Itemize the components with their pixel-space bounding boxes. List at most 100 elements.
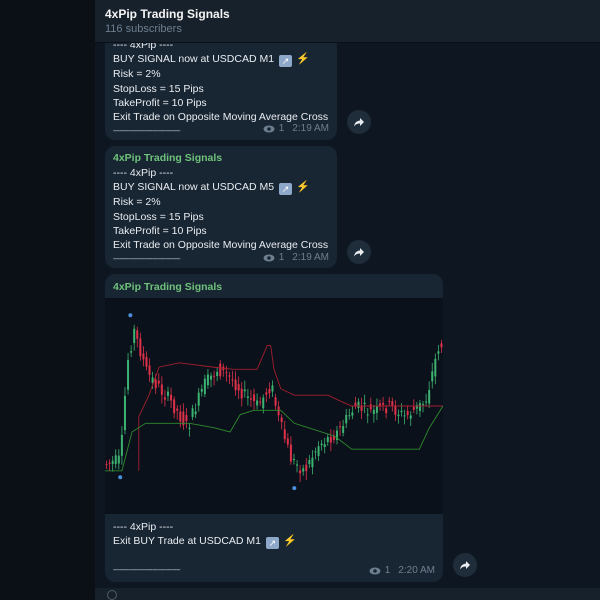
candle-body <box>326 437 329 442</box>
message-line-text: BUY SIGNAL now at USDCAD M5 <box>113 181 275 194</box>
candle-body <box>253 394 256 402</box>
candle-body <box>437 351 440 354</box>
candle-body <box>280 417 283 422</box>
candle-body <box>210 375 213 380</box>
arrow-up-right-icon: ↗ <box>278 55 292 68</box>
message-line: TakeProfit = 10 Pips <box>113 96 207 109</box>
candle-body <box>157 380 160 384</box>
candle-body <box>305 464 308 472</box>
message-time: 2:19 AM <box>292 252 329 263</box>
message-line: Risk = 2% <box>113 196 161 209</box>
arrow-up-right-icon: ↗ <box>278 183 292 196</box>
candle-body <box>289 444 292 462</box>
signal-marker <box>292 486 297 491</box>
message-line: ---- 4xPip ---- <box>113 521 174 533</box>
candle-body <box>323 444 326 447</box>
message-bubble[interactable]: 4xPip Trading Signals ---- 4xPip ---- Exi… <box>105 274 443 582</box>
candle-body <box>127 359 130 390</box>
candle-body <box>277 406 280 416</box>
candle-body <box>136 330 139 339</box>
candle-body <box>292 458 295 461</box>
candle-body <box>314 451 317 453</box>
candle-body <box>256 400 259 406</box>
candle-body <box>200 388 203 392</box>
candle-body <box>403 415 406 417</box>
candle-body <box>317 446 320 456</box>
candle-body <box>440 343 443 348</box>
chart-image[interactable] <box>105 298 443 514</box>
message-text: ---- 4xPip ---- Exit BUY Trade at USDCAD … <box>113 520 297 578</box>
candle-body <box>354 402 357 406</box>
candle-body <box>265 392 268 395</box>
candle-body <box>422 404 425 406</box>
candle-body <box>391 401 394 407</box>
candle-body <box>271 385 274 392</box>
message-line: BUY SIGNAL now at USDCAD M1 ↗ ⚡ <box>113 52 328 68</box>
message-meta: 1 2:19 AM <box>263 123 329 134</box>
candle-body <box>179 411 182 422</box>
candle-body <box>339 426 342 428</box>
message-time: 2:20 AM <box>398 565 435 576</box>
message-line: ------------------------------- <box>113 565 181 575</box>
sender-name[interactable]: 4xPip Trading Signals <box>113 152 222 164</box>
candle-body <box>203 378 206 395</box>
subscriber-count: 116 subscribers <box>105 23 182 35</box>
message-meta: 1 2:19 AM <box>263 252 329 263</box>
candle-body <box>246 396 249 398</box>
view-count: 1 <box>278 252 285 263</box>
candle-body <box>145 356 148 367</box>
message-line-text: BUY SIGNAL now at USDCAD M1 <box>113 53 275 66</box>
moving-average-slow <box>105 405 443 472</box>
candle-body <box>240 388 243 399</box>
candle-body <box>299 470 302 474</box>
view-count: 1 <box>384 565 391 576</box>
candle-body <box>397 414 400 417</box>
message-bubble[interactable]: 4xPip Trading Signals ---- 4xPip ---- BUY… <box>105 146 337 268</box>
forward-button[interactable] <box>453 553 477 577</box>
candle-body <box>249 398 252 400</box>
candle-body <box>296 464 299 466</box>
candle-body <box>382 402 385 405</box>
attach-icon[interactable] <box>107 590 117 600</box>
forward-button[interactable] <box>347 110 371 134</box>
message-line: Exit BUY Trade at USDCAD M1 ↗ ⚡ <box>113 534 297 550</box>
signal-marker <box>128 313 133 318</box>
candle-body <box>234 379 237 391</box>
candle-body <box>342 426 345 433</box>
candle-body <box>379 403 382 406</box>
chat-area[interactable]: ---- 4xPip ---- BUY SIGNAL now at USDCAD … <box>95 0 600 600</box>
message-input-bar[interactable] <box>95 588 600 600</box>
candle-body <box>329 436 332 443</box>
forward-icon <box>354 118 364 127</box>
message-line: Risk = 2% <box>113 68 161 81</box>
candle-body <box>428 389 431 404</box>
message-line: ---- 4xPip ---- <box>113 167 174 179</box>
candle-body <box>123 395 126 431</box>
candle-body <box>216 371 219 376</box>
candle-body <box>388 400 391 402</box>
chat-list-panel <box>0 0 95 600</box>
view-count: 1 <box>278 123 285 134</box>
channel-title[interactable]: 4xPip Trading Signals <box>105 7 230 21</box>
candle-body <box>213 375 216 377</box>
chat-header[interactable]: 4xPip Trading Signals 116 subscribers <box>95 0 600 43</box>
candle-body <box>142 353 145 360</box>
sender-name[interactable]: 4xPip Trading Signals <box>113 281 222 293</box>
candle-body <box>320 443 323 446</box>
candle-body <box>173 399 176 414</box>
candle-body <box>351 412 354 416</box>
signal-marker <box>118 475 123 480</box>
candle-body <box>366 414 369 416</box>
candle-body <box>148 365 151 375</box>
lightning-icon: ⚡ <box>295 53 310 66</box>
candle-body <box>262 397 265 409</box>
candle-body <box>166 391 169 396</box>
candle-body <box>219 363 222 377</box>
candle-body <box>139 338 142 357</box>
forward-button[interactable] <box>347 240 371 264</box>
message-line: StopLoss = 15 Pips <box>113 210 204 223</box>
candle-body <box>108 462 111 464</box>
price-chart <box>105 313 443 491</box>
candle-body <box>160 384 163 395</box>
lightning-icon: ⚡ <box>282 535 297 548</box>
